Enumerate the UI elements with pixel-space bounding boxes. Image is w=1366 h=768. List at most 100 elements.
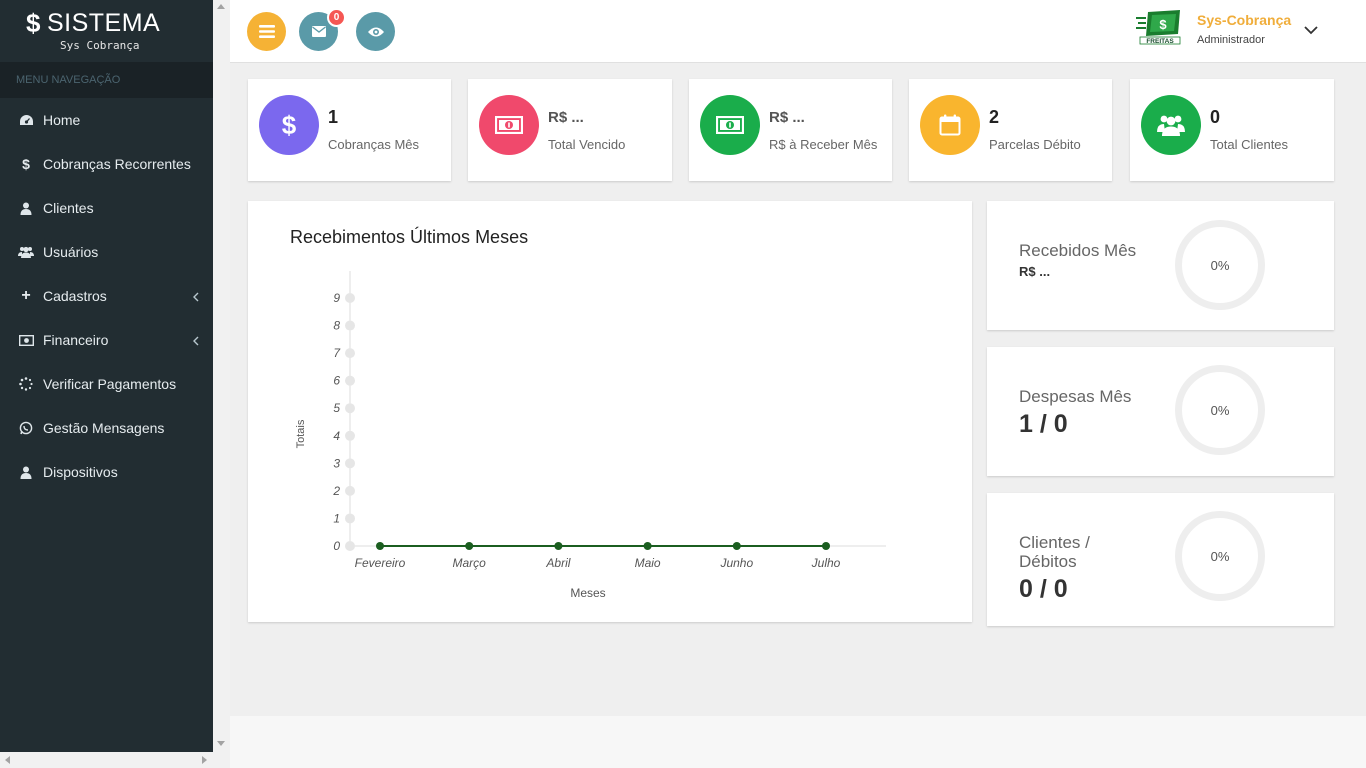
brand-subtitle: Sys Cobrança xyxy=(60,39,140,52)
eye-icon xyxy=(367,27,384,36)
y-tick-label: 2 xyxy=(332,484,340,498)
stat-label: Total Vencido xyxy=(548,137,626,152)
x-tick-label: Abril xyxy=(545,556,570,570)
calendar-icon xyxy=(920,95,980,155)
user-icon xyxy=(18,464,34,480)
sidebar-item-label: Home xyxy=(43,112,81,128)
vertical-scrollbar[interactable] xyxy=(213,0,230,752)
info-title: Clientes / Débitos xyxy=(1019,533,1090,571)
y-tick-label: 7 xyxy=(333,346,341,360)
sidebar-item-label: Gestão Mensagens xyxy=(43,420,165,436)
user-role: Administrador xyxy=(1197,34,1265,46)
y-tick-label: 1 xyxy=(333,511,340,525)
y-tick-marker xyxy=(345,430,355,441)
footer xyxy=(230,716,1366,768)
money-icon xyxy=(700,95,760,155)
y-tick-marker xyxy=(345,320,355,331)
sidebar-item-label: Clientes xyxy=(43,200,94,216)
nav-header: MENU NAVEGAÇÃO xyxy=(0,62,213,98)
scroll-down-icon[interactable] xyxy=(217,741,225,746)
sidebar-item-financeiro[interactable]: Financeiro xyxy=(0,318,213,362)
brand-title: SISTEMA xyxy=(46,9,161,37)
stat-label: Total Clientes xyxy=(1210,137,1289,152)
svg-text:FREITAS: FREITAS xyxy=(1146,38,1174,45)
scroll-right-icon[interactable] xyxy=(202,756,207,764)
y-tick-label: 5 xyxy=(333,401,340,415)
y-tick-marker xyxy=(345,485,355,496)
stat-label: Cobranças Mês xyxy=(328,137,420,152)
data-point xyxy=(376,542,384,550)
messages-button[interactable]: 0 xyxy=(299,8,346,51)
stat-value: R$ ... xyxy=(769,109,805,126)
y-tick-label: 3 xyxy=(333,456,340,470)
sidebar-item-clientes[interactable]: Clientes xyxy=(0,186,213,230)
horizontal-scrollbar[interactable] xyxy=(0,752,230,768)
stat-card-receber-mes: R$ ... R$ à Receber Mês xyxy=(689,79,892,181)
sidebar-item-label: Cadastros xyxy=(43,288,107,304)
stat-card-total-clientes: 0 Total Clientes xyxy=(1130,79,1334,181)
y-tick-marker xyxy=(345,458,355,469)
sidebar-item-home[interactable]: Home xyxy=(0,98,213,142)
dollar-icon: $ xyxy=(22,156,30,172)
dollar-icon: $ xyxy=(26,8,41,38)
stat-value: R$ ... xyxy=(548,109,584,126)
info-card-despesas: Despesas Mês 1 / 0 0% xyxy=(987,347,1334,476)
user-name[interactable]: Sys-Cobrança xyxy=(1197,12,1291,28)
sidebar-item-label: Usuários xyxy=(43,244,99,260)
info-value: R$ ... xyxy=(1019,264,1051,279)
y-tick-label: 0 xyxy=(333,539,340,553)
users-icon xyxy=(1141,95,1201,155)
y-tick-marker xyxy=(345,293,355,303)
money-icon xyxy=(479,95,539,155)
x-axis-label: Meses xyxy=(570,586,605,600)
info-card-recebidos: Recebidos Mês R$ ... 0% xyxy=(987,201,1334,330)
brand[interactable]: $ SISTEMA Sys Cobrança xyxy=(0,0,213,62)
view-site-button[interactable] xyxy=(356,12,395,51)
y-tick-marker xyxy=(345,375,355,386)
svg-text:$: $ xyxy=(1159,17,1167,32)
y-tick-marker xyxy=(345,513,355,524)
sidebar-item-label: Cobranças Recorrentes xyxy=(43,156,191,172)
company-logo: $ FREITAS xyxy=(1136,8,1184,48)
y-tick-marker xyxy=(345,348,355,359)
y-tick-label: 4 xyxy=(333,429,340,443)
top-bar: 0 $ FREITAS Sys-Cobrança Administrador xyxy=(230,0,1366,63)
chevron-left-icon xyxy=(193,333,199,349)
menu-toggle-button[interactable] xyxy=(247,12,286,51)
progress-ring: 0% xyxy=(1175,220,1265,310)
users-icon xyxy=(18,244,34,260)
x-tick-label: Junho xyxy=(719,556,753,570)
stat-value: 2 xyxy=(989,107,1000,127)
sidebar: $ SISTEMA Sys Cobrança MENU NAVEGAÇÃO Ho… xyxy=(0,0,213,752)
sidebar-item-cadastros[interactable]: + Cadastros xyxy=(0,274,213,318)
progress-percent: 0% xyxy=(1210,548,1230,564)
sidebar-item-usuarios[interactable]: Usuários xyxy=(0,230,213,274)
scroll-up-icon[interactable] xyxy=(217,4,225,9)
data-point xyxy=(732,542,741,550)
stat-card-cobrancas-mes: $ 1 Cobranças Mês xyxy=(248,79,451,181)
data-point xyxy=(465,542,474,550)
sidebar-item-cobrancas[interactable]: $ Cobranças Recorrentes xyxy=(0,142,213,186)
sidebar-item-gestao-mensagens[interactable]: Gestão Mensagens xyxy=(0,406,213,450)
money-icon xyxy=(18,332,34,348)
dashboard-icon xyxy=(18,112,34,128)
y-tick-label: 9 xyxy=(333,291,340,305)
data-point xyxy=(822,542,830,550)
progress-percent: 0% xyxy=(1210,402,1230,418)
y-tick-label: 8 xyxy=(333,319,340,333)
progress-ring: 0% xyxy=(1175,365,1265,455)
info-value: 1 / 0 xyxy=(1019,410,1068,438)
stat-label: Parcelas Débito xyxy=(989,137,1081,152)
scroll-left-icon[interactable] xyxy=(5,756,10,764)
stat-label: R$ à Receber Mês xyxy=(769,137,878,152)
sidebar-item-verificar-pagamentos[interactable]: Verificar Pagamentos xyxy=(0,362,213,406)
info-title: Despesas Mês xyxy=(1019,387,1132,406)
chevron-down-icon[interactable] xyxy=(1304,22,1318,40)
spinner-icon xyxy=(18,376,34,392)
sidebar-item-dispositivos[interactable]: Dispositivos xyxy=(0,450,213,494)
x-tick-label: Março xyxy=(453,556,487,570)
x-tick-label: Fevereiro xyxy=(355,556,406,570)
stat-value: 0 xyxy=(1210,107,1221,127)
y-axis-label: Totais xyxy=(295,419,307,448)
stat-card-total-vencido: R$ ... Total Vencido xyxy=(468,79,672,181)
